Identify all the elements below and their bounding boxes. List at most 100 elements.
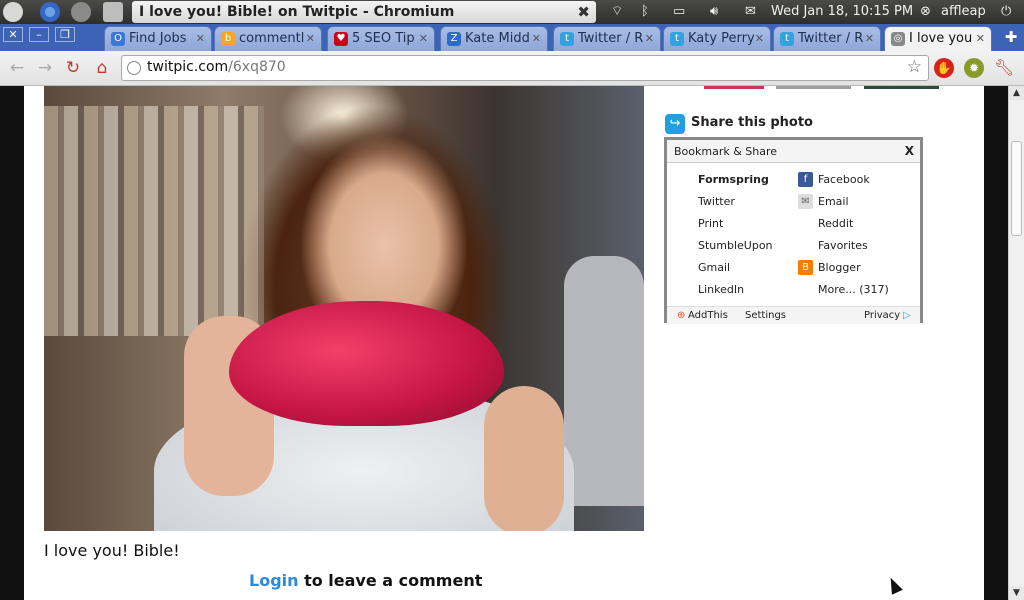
- tab-close-icon[interactable]: ✕: [755, 27, 764, 50]
- battery-icon[interactable]: ▭: [673, 0, 685, 24]
- tab-label: Kate Midd: [465, 31, 530, 46]
- bookmark-share-header: Bookmark & Share X: [667, 140, 920, 163]
- tab-close-icon[interactable]: ✕: [645, 27, 654, 50]
- window-close-button[interactable]: ✕: [3, 27, 23, 42]
- thumbnail[interactable]: [776, 86, 851, 89]
- browser-tab[interactable]: ◎ I love you ✕: [884, 26, 992, 52]
- tab-close-icon[interactable]: ✕: [532, 27, 541, 50]
- photo-clothes-rack: [44, 106, 264, 336]
- window-minimize-button[interactable]: –: [29, 27, 49, 42]
- editor-launcher-icon[interactable]: [103, 2, 123, 22]
- thumbnail[interactable]: [864, 86, 939, 89]
- addthis-link[interactable]: AddThis: [688, 307, 728, 324]
- tab-close-icon[interactable]: ✕: [196, 27, 205, 50]
- tab-close-icon[interactable]: ✕: [865, 27, 874, 50]
- bluetooth-icon[interactable]: ᛒ: [641, 0, 649, 24]
- service-reddit[interactable]: Reddit: [818, 217, 853, 230]
- share-title: Share this photo: [666, 115, 813, 130]
- photo-right-hand: [484, 386, 564, 531]
- browser-toolbar: ← → ↻ ⌂ twitpic.com/6xq870 ☆ ✋ ✹ 🔧︎: [0, 51, 1024, 86]
- blogger-icon: B: [798, 260, 813, 275]
- browser-tab[interactable]: t Twitter / R ✕: [773, 26, 881, 51]
- privacy-arrow-icon: ▷: [903, 310, 911, 321]
- tab-close-icon[interactable]: ✕: [976, 27, 985, 50]
- browser-tab[interactable]: t Twitter / R ✕: [553, 26, 661, 51]
- tab-label: Find Jobs: [129, 31, 187, 46]
- bookmark-star-icon[interactable]: ☆: [907, 57, 922, 77]
- app-launcher-icon[interactable]: [71, 2, 91, 22]
- thumbnail[interactable]: [704, 86, 764, 89]
- address-bar[interactable]: twitpic.com/6xq870 ☆: [121, 55, 929, 81]
- mail-icon[interactable]: ✉: [745, 0, 756, 24]
- browser-tab[interactable]: O Find Jobs ✕: [104, 26, 212, 51]
- chromium-launcher-icon[interactable]: [40, 2, 60, 22]
- service-gmail[interactable]: Gmail: [698, 261, 730, 274]
- service-favorites[interactable]: Favorites: [818, 239, 868, 252]
- browser-tab[interactable]: b commentl ✕: [214, 26, 322, 51]
- vertical-scrollbar[interactable]: ▲ ▼: [1008, 86, 1024, 600]
- photo-lips-clutch: [229, 301, 504, 426]
- wrench-menu-icon[interactable]: 🔧︎: [994, 58, 1014, 78]
- adblock-extension-icon[interactable]: ✋: [934, 58, 954, 78]
- globe-icon: [127, 61, 141, 75]
- popup-close-button[interactable]: X: [905, 140, 914, 163]
- service-more[interactable]: More... (317): [818, 283, 889, 296]
- tab-favicon-icon: Z: [447, 32, 461, 46]
- browser-tab[interactable]: ♥ 5 SEO Tip ✕: [327, 26, 435, 51]
- page-content: I love you! Bible! Login to leave a comm…: [24, 86, 984, 600]
- back-button[interactable]: ←: [6, 57, 28, 79]
- service-email[interactable]: Email: [818, 195, 849, 208]
- login-link[interactable]: Login: [249, 571, 299, 590]
- url-host: twitpic.com: [147, 59, 229, 75]
- bookmark-share-title: Bookmark & Share: [674, 145, 778, 158]
- scroll-up-arrow[interactable]: ▲: [1009, 86, 1024, 100]
- url-path: /6xq870: [228, 59, 286, 75]
- scroll-down-arrow[interactable]: ▼: [1009, 586, 1024, 600]
- login-prompt: Login to leave a comment: [249, 571, 482, 590]
- service-facebook[interactable]: Facebook: [818, 173, 870, 186]
- wifi-icon[interactable]: ⌔: [611, 0, 623, 24]
- url-text[interactable]: twitpic.com/6xq870: [147, 59, 286, 75]
- browser-tab[interactable]: t Katy Perry ✕: [663, 26, 771, 51]
- user-status-icon[interactable]: ⊗: [920, 0, 931, 24]
- forward-button[interactable]: →: [34, 57, 56, 79]
- tab-favicon-icon: ◎: [891, 32, 905, 46]
- new-tab-button[interactable]: ✚: [1002, 29, 1020, 45]
- close-window-icon[interactable]: ✖: [577, 1, 590, 23]
- bookmark-share-footer: ⊕ AddThis Settings Privacy ▷: [667, 306, 920, 324]
- service-blogger[interactable]: Blogger: [818, 261, 861, 274]
- window-restore-button[interactable]: ❐: [55, 27, 75, 42]
- service-print[interactable]: Print: [698, 217, 723, 230]
- volume-icon[interactable]: 🔊︎: [710, 0, 718, 24]
- extension-gear-icon[interactable]: ✹: [964, 58, 984, 78]
- clock[interactable]: Wed Jan 18, 10:15 PM: [771, 0, 913, 24]
- tab-close-icon[interactable]: ✕: [306, 27, 315, 50]
- scroll-thumb[interactable]: [1011, 141, 1022, 236]
- window-title[interactable]: I love you! Bible! on Twitpic - Chromium…: [132, 1, 596, 23]
- privacy-link[interactable]: Privacy: [864, 307, 900, 324]
- tab-label: Twitter / R: [798, 31, 864, 46]
- tab-favicon-icon: O: [111, 32, 125, 46]
- email-icon: ✉: [798, 194, 813, 209]
- reload-button[interactable]: ↻: [62, 57, 84, 79]
- tab-label: commentl: [239, 31, 305, 46]
- service-stumbleupon[interactable]: StumbleUpon: [698, 239, 773, 252]
- home-button[interactable]: ⌂: [91, 57, 113, 79]
- main-photo[interactable]: [44, 86, 644, 531]
- share-title-text: Share this photo: [691, 115, 813, 130]
- window-title-text: I love you! Bible! on Twitpic - Chromium: [139, 4, 455, 20]
- facebook-icon: f: [798, 172, 813, 187]
- ubuntu-menu-icon[interactable]: [3, 2, 23, 22]
- tab-favicon-icon: t: [670, 32, 684, 46]
- user-name[interactable]: affleap: [941, 0, 986, 24]
- service-twitter[interactable]: Twitter: [698, 195, 735, 208]
- browser-tab[interactable]: Z Kate Midd ✕: [440, 26, 548, 51]
- tab-strip: ✕ – ❐ O Find Jobs ✕ b commentl ✕ ♥ 5 SEO Tip ✕ Z K…: [0, 24, 1024, 52]
- addthis-plus-icon: ⊕: [677, 310, 686, 321]
- power-icon[interactable]: ⏻: [1001, 0, 1011, 24]
- tab-favicon-icon: ♥: [334, 32, 348, 46]
- tab-close-icon[interactable]: ✕: [419, 27, 428, 50]
- service-linkedin[interactable]: LinkedIn: [698, 283, 744, 296]
- service-formspring[interactable]: Formspring: [698, 173, 769, 186]
- settings-link[interactable]: Settings: [745, 307, 786, 324]
